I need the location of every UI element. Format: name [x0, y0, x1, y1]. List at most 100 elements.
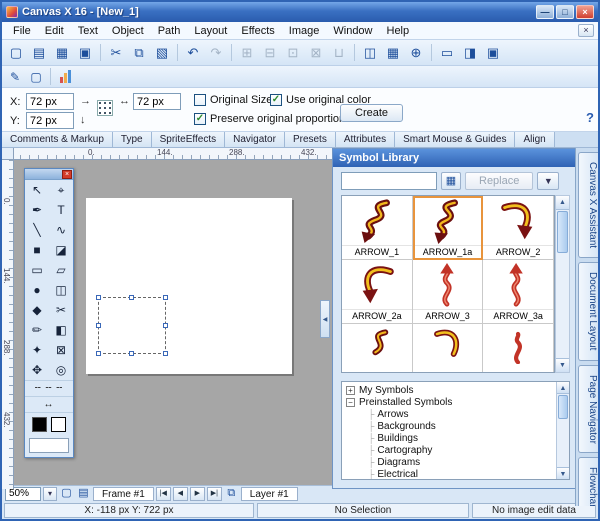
palette-tab-align[interactable]: Align: [515, 132, 555, 147]
new-document-button[interactable]: ▢: [5, 42, 27, 64]
side-tab-canvas-x-assistant[interactable]: Canvas X Assistant: [578, 152, 598, 259]
palette-tab-spriteeffects[interactable]: SpriteEffects: [151, 132, 226, 147]
document-icon[interactable]: ▢: [59, 487, 74, 501]
page-layout-button[interactable]: ▭: [436, 42, 458, 64]
gradient-well[interactable]: [29, 438, 69, 453]
print-button[interactable]: ▣: [74, 42, 96, 64]
undo-button[interactable]: ↶: [182, 42, 204, 64]
knife-tool[interactable]: ✂: [49, 300, 73, 320]
symbol-grid-scrollbar[interactable]: ▲ ▼: [555, 195, 570, 373]
selection-handle[interactable]: [129, 351, 134, 356]
palette-tab-comments-markup[interactable]: Comments & Markup: [2, 132, 113, 147]
create-button[interactable]: Create: [340, 104, 404, 122]
menu-image[interactable]: Image: [282, 24, 327, 38]
tree-scrollbar[interactable]: ▲ ▼: [556, 382, 569, 479]
y-direction-icon[interactable]: ↓: [80, 114, 86, 126]
hand-tool[interactable]: ✥: [25, 360, 49, 380]
previous-frame-button[interactable]: ◀: [172, 487, 188, 501]
menu-object[interactable]: Object: [105, 24, 151, 38]
tree-item-buildings[interactable]: Buildings: [346, 432, 555, 444]
palette-tab-smart-mouse-guides[interactable]: Smart Mouse & Guides: [395, 132, 516, 147]
document-close-button[interactable]: ×: [578, 24, 594, 37]
eraser-tool[interactable]: ◫: [49, 280, 73, 300]
menu-layout[interactable]: Layout: [187, 24, 234, 38]
tree-item-preinstalled-symbols[interactable]: − Preinstalled Symbols: [346, 396, 555, 408]
frame-tab[interactable]: Frame #1: [93, 487, 154, 501]
tree-item-my-symbols[interactable]: + My Symbols: [346, 384, 555, 396]
line-tool[interactable]: ╲: [25, 220, 49, 240]
menu-effects[interactable]: Effects: [234, 24, 281, 38]
use-original-color-checkbox-box[interactable]: ✓: [270, 94, 282, 106]
symbol-cell[interactable]: [342, 324, 413, 372]
symbol-cell[interactable]: ARROW_1: [342, 196, 413, 260]
zoom-dropdown-icon[interactable]: ▾: [43, 487, 57, 501]
symbol-cell[interactable]: ARROW_2: [483, 196, 554, 260]
scroll-up-icon[interactable]: ▲: [556, 196, 569, 210]
selection-handle[interactable]: [163, 295, 168, 300]
symbol-menu-button[interactable]: ▼: [537, 172, 560, 190]
zoom-tool[interactable]: ◎: [49, 360, 73, 380]
symbol-cell[interactable]: [412, 324, 484, 372]
bucket-tool[interactable]: ◧: [49, 320, 73, 340]
rounded-rect-tool[interactable]: ▭: [25, 260, 49, 280]
tree-item-arrows[interactable]: Arrows: [346, 408, 555, 420]
document-page[interactable]: [86, 198, 292, 374]
symbol-cell[interactable]: ARROW_3a: [483, 260, 554, 324]
scroll-down-icon[interactable]: ▼: [556, 358, 569, 372]
panel-collapse-button[interactable]: ◀: [320, 300, 330, 338]
tree-item-diagrams[interactable]: Diagrams: [346, 456, 555, 468]
ellipse-tool[interactable]: ●: [25, 280, 49, 300]
symbol-cell-selected[interactable]: ARROW_1a: [412, 196, 484, 260]
direct-select-tool[interactable]: ⌖: [49, 180, 73, 200]
pen-tool[interactable]: ✒: [25, 200, 49, 220]
rectangle-tool[interactable]: ■: [25, 240, 49, 260]
lock-tool[interactable]: ⊠: [49, 340, 73, 360]
minimize-button[interactable]: —: [536, 5, 554, 19]
palette-tab-attributes[interactable]: Attributes: [335, 132, 396, 147]
open-button[interactable]: ▤: [28, 42, 50, 64]
scroll-down-icon[interactable]: ▼: [557, 467, 569, 479]
side-tab-document-layout[interactable]: Document Layout: [578, 262, 598, 361]
toolbox-title-bar[interactable]: ×: [25, 169, 73, 180]
selection-handle[interactable]: [96, 351, 101, 356]
symbol-search-input[interactable]: [341, 172, 437, 190]
text-tool[interactable]: T: [49, 200, 73, 220]
film-icon[interactable]: ▤: [76, 487, 91, 501]
first-frame-button[interactable]: |◀: [155, 487, 171, 501]
palette-tab-type[interactable]: Type: [112, 132, 152, 147]
paste-button[interactable]: ▧: [151, 42, 173, 64]
y-input[interactable]: [26, 112, 74, 129]
symbol-library-title[interactable]: Symbol Library: [333, 149, 578, 167]
symbol-cell[interactable]: ARROW_3: [412, 260, 484, 324]
selection-handle[interactable]: [96, 295, 101, 300]
symbol-browse-icon[interactable]: ▦: [441, 172, 461, 190]
fill-color-swatch[interactable]: [32, 417, 47, 432]
marker-tool[interactable]: ▱: [49, 260, 73, 280]
selection-handle[interactable]: [129, 295, 134, 300]
tree-item-cartography[interactable]: Cartography: [346, 444, 555, 456]
arrowhead-well[interactable]: ↔: [25, 396, 73, 412]
layers-icon[interactable]: ⧉: [224, 487, 239, 501]
snap-button[interactable]: ⊕: [405, 42, 427, 64]
stroke-style-well[interactable]: ╌ ╌ ╌: [25, 380, 73, 396]
menu-path[interactable]: Path: [151, 24, 188, 38]
menu-help[interactable]: Help: [380, 24, 417, 38]
eyedropper-tool[interactable]: ✏: [25, 320, 49, 340]
curve-tool[interactable]: ∿: [49, 220, 73, 240]
copy-button[interactable]: ⧉: [128, 42, 150, 64]
width-input[interactable]: [133, 93, 181, 110]
scroll-up-icon[interactable]: ▲: [557, 382, 569, 394]
arrange-button[interactable]: ◫: [359, 42, 381, 64]
scrollbar-thumb[interactable]: [558, 395, 568, 419]
selection-handle[interactable]: [163, 351, 168, 356]
layer-tab[interactable]: Layer #1: [240, 487, 298, 501]
stroke-color-swatch[interactable]: [51, 417, 66, 432]
tree-item-electrical[interactable]: Electrical: [346, 468, 555, 480]
wand-tool[interactable]: ✦: [25, 340, 49, 360]
save-button[interactable]: ▦: [51, 42, 73, 64]
menu-edit[interactable]: Edit: [38, 24, 71, 38]
preserve-proportions-checkbox-box[interactable]: ✓: [194, 113, 206, 125]
scrollbar-thumb[interactable]: [557, 211, 568, 253]
polygon-tool[interactable]: ◆: [25, 300, 49, 320]
selection-marquee[interactable]: [96, 295, 168, 356]
